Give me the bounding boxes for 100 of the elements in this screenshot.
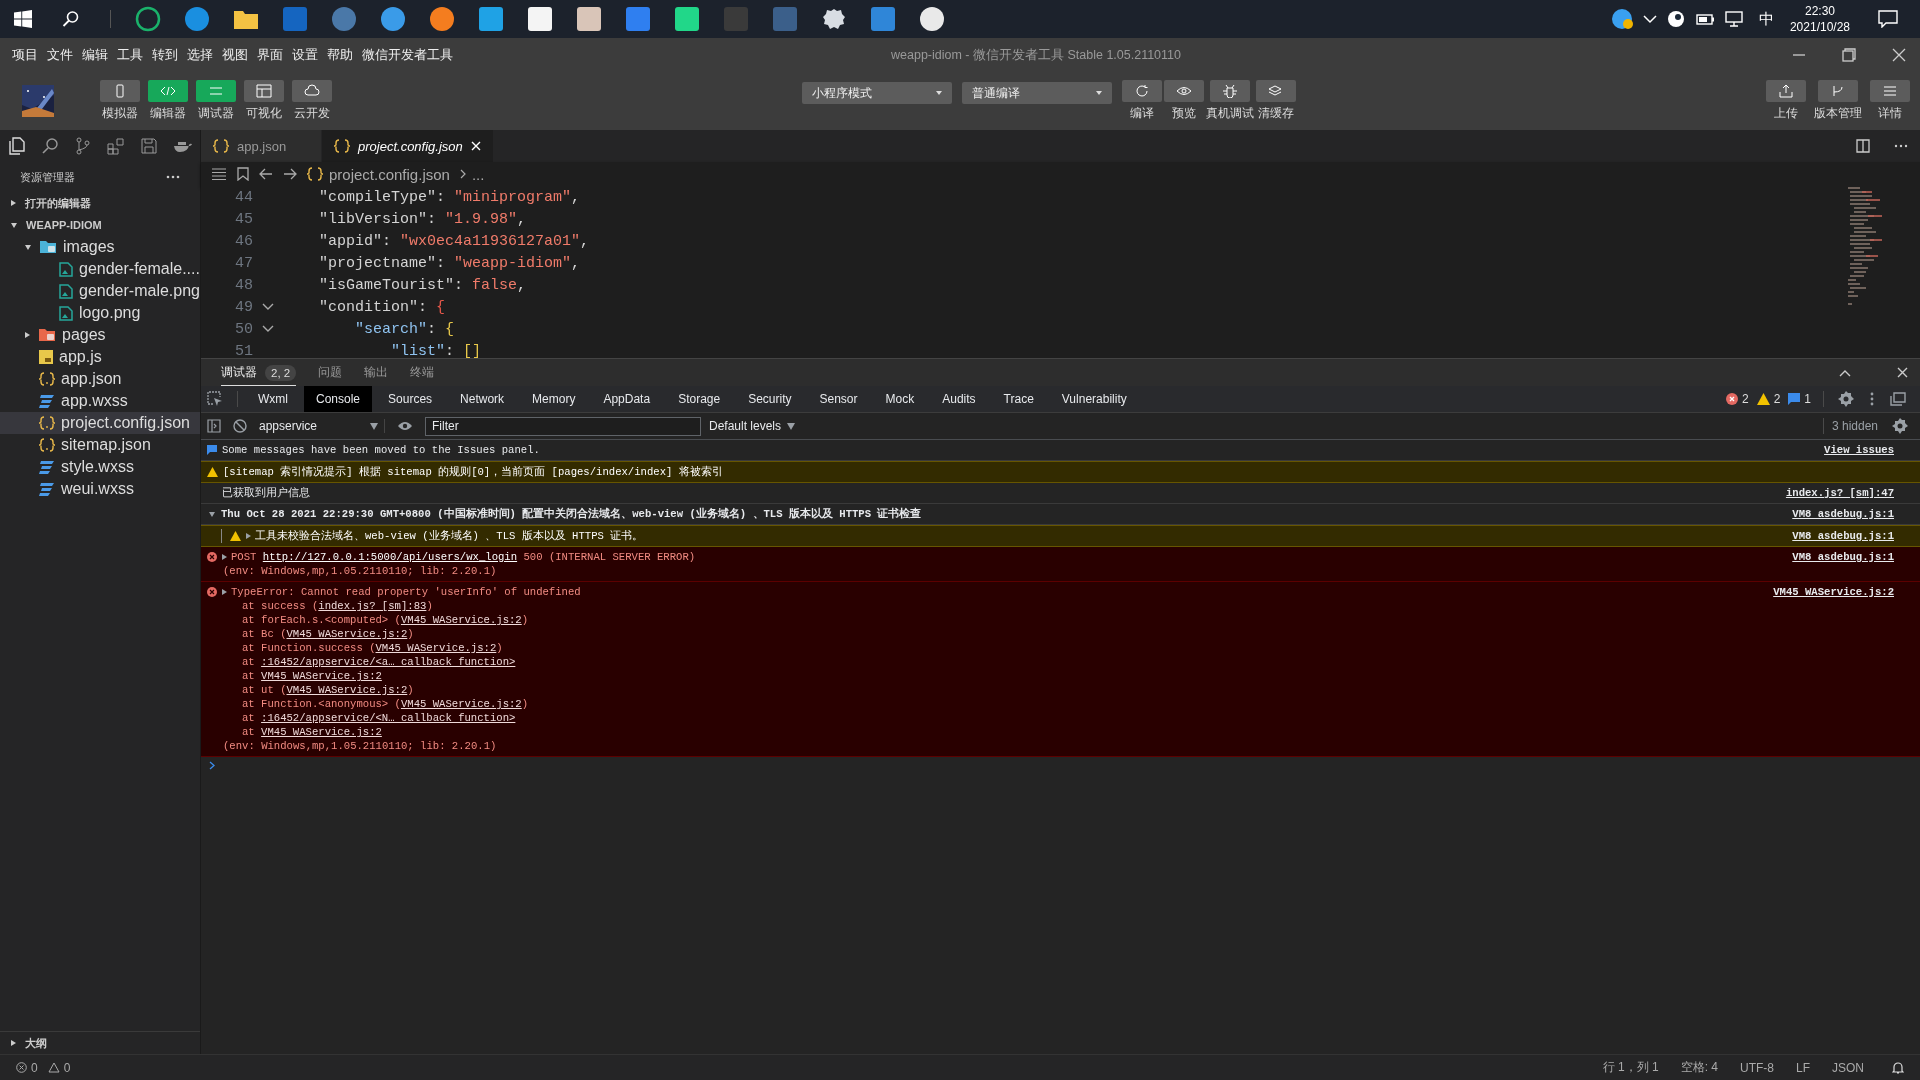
app-icon[interactable] <box>478 6 504 32</box>
restore-icon[interactable] <box>1842 48 1856 62</box>
more-icon[interactable] <box>166 175 180 179</box>
mode-select[interactable]: 小程序模式 <box>802 82 952 104</box>
input-method[interactable]: 中 <box>1758 9 1774 29</box>
app-icon[interactable] <box>919 6 945 32</box>
context-select[interactable]: appservice <box>253 419 385 433</box>
settings-icon[interactable] <box>1892 418 1908 434</box>
tree-item[interactable]: weui.wxss <box>0 478 200 500</box>
tree-item[interactable]: gender-female.... <box>0 258 200 280</box>
app-icon[interactable] <box>821 6 847 32</box>
disclosure-icon[interactable] <box>209 511 215 517</box>
toolbar-button[interactable]: 编辑器 <box>148 80 188 122</box>
disclosure-icon[interactable] <box>222 554 227 560</box>
chevron-icon[interactable] <box>1642 14 1657 24</box>
clock-time[interactable]: 22:30 <box>1804 3 1835 19</box>
tree-item[interactable]: sitemap.json <box>0 434 200 456</box>
toolbar-button[interactable]: 调试器 <box>196 80 236 122</box>
undock-icon[interactable] <box>1890 392 1906 406</box>
source-link[interactable]: VM8 asdebug.js:1 <box>1792 551 1894 563</box>
toolbar-button[interactable]: 上传 <box>1766 80 1806 122</box>
menu-item[interactable]: 微信开发者工具 <box>362 46 453 64</box>
devtools-tab[interactable]: Security <box>736 386 804 412</box>
filter-field[interactable]: Filter <box>425 416 701 436</box>
stack-link[interactable]: VM45 WAService.js:2 <box>375 642 497 654</box>
search-icon[interactable] <box>62 10 80 28</box>
app-icon[interactable] <box>429 6 455 32</box>
stack-link[interactable]: VM45 WAService.js:2 <box>261 726 382 738</box>
panel-tab[interactable]: 终端 <box>410 359 435 386</box>
tree-item[interactable]: logo.png <box>0 302 200 324</box>
menu-item[interactable]: 界面 <box>257 46 283 64</box>
menu-item[interactable]: 帮助 <box>327 46 353 64</box>
devtools-tab[interactable]: Vulnerability <box>1049 386 1139 412</box>
menu-item[interactable]: 工具 <box>117 46 143 64</box>
source-link[interactable]: VM8 asdebug.js:1 <box>1792 508 1894 520</box>
devtools-tab[interactable]: Wxml <box>246 386 300 412</box>
sidebar-toggle-icon[interactable] <box>207 419 221 433</box>
source-link[interactable]: VM8 asdebug.js:1 <box>1792 530 1894 542</box>
app-icon[interactable] <box>674 6 700 32</box>
stack-link[interactable]: VM45 WAService.js:2 <box>261 670 382 682</box>
menu-item[interactable]: 文件 <box>47 46 73 64</box>
menu-item[interactable]: 视图 <box>222 46 248 64</box>
status-item[interactable]: 行 1，列 1 <box>1602 1059 1659 1076</box>
menu-item[interactable]: 项目 <box>12 46 38 64</box>
compile-select[interactable]: 普通编译 <box>962 82 1112 104</box>
extensions-icon[interactable] <box>107 137 125 155</box>
bookmark-icon[interactable] <box>237 167 249 181</box>
devtools-tab[interactable]: Console <box>304 386 373 412</box>
disclosure-icon[interactable] <box>222 589 227 595</box>
source-link[interactable]: View issues <box>1824 444 1894 456</box>
settings-icon[interactable] <box>1838 391 1854 407</box>
menu-item[interactable]: 编辑 <box>82 46 108 64</box>
toolbar-button[interactable]: 版本管理 <box>1814 80 1862 122</box>
more-icon[interactable] <box>1894 144 1908 148</box>
tree-item[interactable]: style.wxss <box>0 456 200 478</box>
status-item[interactable]: 空格: 4 <box>1680 1059 1718 1076</box>
panel-tab[interactable]: 输出 <box>364 359 389 386</box>
editor-tab[interactable]: project.config.json <box>322 130 494 162</box>
toolbar-button[interactable]: 详情 <box>1870 80 1910 122</box>
bell-icon[interactable] <box>1892 1061 1904 1074</box>
network-icon[interactable] <box>1724 11 1745 27</box>
forward-icon[interactable] <box>283 168 297 180</box>
error-icon[interactable] <box>16 1062 27 1073</box>
tree-item[interactable]: gender-male.png <box>0 280 200 302</box>
devtools-tab[interactable]: Storage <box>666 386 733 412</box>
panel-tab[interactable]: 问题 <box>318 359 343 386</box>
section-header[interactable]: 打开的编辑器 <box>0 192 200 214</box>
toolbar-button[interactable]: 预览 <box>1164 80 1204 122</box>
fold-icon[interactable] <box>262 325 274 333</box>
back-icon[interactable] <box>259 168 273 180</box>
toolbar-button[interactable]: 编译 <box>1122 80 1162 122</box>
save-icon[interactable] <box>140 137 158 155</box>
stack-link[interactable]: index.js? [sm]:83 <box>318 600 427 612</box>
tree-item[interactable]: project.config.json <box>0 412 200 434</box>
close-icon[interactable] <box>1897 367 1908 378</box>
stack-link[interactable]: :16452/appservice/<N… callback function> <box>261 712 516 724</box>
split-editor-icon[interactable] <box>1856 139 1870 153</box>
devtools-tab[interactable]: Sources <box>376 386 445 412</box>
notification-icon[interactable] <box>1878 10 1898 28</box>
toolbar-button[interactable]: 真机调试 <box>1206 80 1254 122</box>
menu-item[interactable]: 选择 <box>187 46 213 64</box>
chevron-up-icon[interactable] <box>1839 368 1851 377</box>
windows-icon[interactable] <box>14 10 32 28</box>
fold-icon[interactable] <box>262 303 274 311</box>
clear-icon[interactable] <box>233 419 247 433</box>
battery-icon[interactable] <box>1694 12 1715 26</box>
eye-icon[interactable] <box>397 420 413 432</box>
devtools-tab[interactable]: Audits <box>930 386 988 412</box>
files-icon[interactable] <box>8 137 26 155</box>
warning-icon[interactable] <box>47 1062 60 1073</box>
tree-item[interactable]: images <box>0 236 200 258</box>
stack-link[interactable]: :16452/appservice/<a… callback function> <box>261 656 516 668</box>
tree-item[interactable]: app.wxss <box>0 390 200 412</box>
message-link[interactable]: http://127.0.0.1:5000/api/users/wx_login <box>262 551 518 563</box>
status-item[interactable]: JSON <box>1832 1060 1864 1075</box>
devtools-tab[interactable]: Network <box>448 386 517 412</box>
close-icon[interactable] <box>1892 48 1906 62</box>
editor-tab[interactable]: app.json <box>201 130 322 162</box>
toolbar-button[interactable]: 清缓存 <box>1256 80 1296 122</box>
devtools-tab[interactable]: Trace <box>991 386 1046 412</box>
